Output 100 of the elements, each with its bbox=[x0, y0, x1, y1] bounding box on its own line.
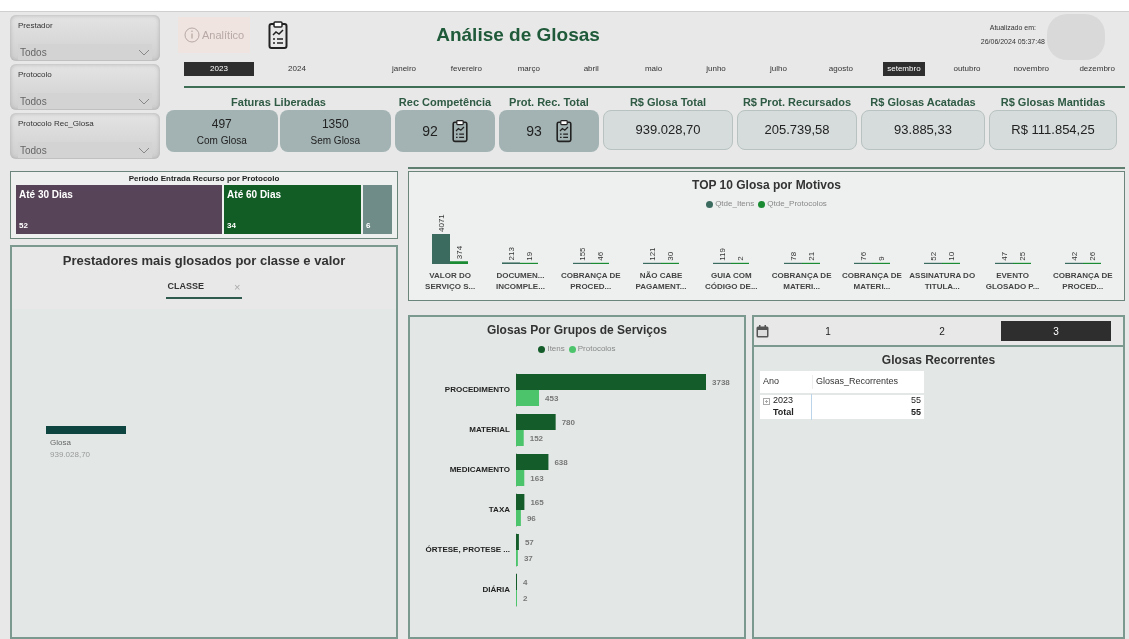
filter-chip[interactable]: CLASSE × bbox=[165, 278, 243, 299]
column-header: Ano bbox=[762, 375, 780, 389]
data-label: 2 bbox=[736, 256, 746, 261]
table-cell-text: Total bbox=[772, 406, 794, 420]
category-label: DOCUMEN... INCOMPLE... bbox=[495, 270, 546, 292]
legend-label: Qtde_Itens bbox=[715, 198, 755, 210]
filter-button[interactable]: agosto bbox=[820, 62, 861, 76]
tile-value: 52 bbox=[19, 220, 29, 232]
data-label: 9 bbox=[876, 256, 886, 261]
data-label: 96 bbox=[526, 514, 536, 523]
data-label: 152 bbox=[529, 434, 544, 443]
category-label: COBRANÇA DE MATERI... bbox=[841, 270, 903, 292]
data-label: 119 bbox=[718, 248, 728, 261]
kpi-title: R$ Glosas Mantidas bbox=[1000, 95, 1106, 110]
data-label: 37 bbox=[523, 554, 533, 563]
info-icon bbox=[184, 27, 200, 43]
data-label: 25 bbox=[1017, 251, 1027, 261]
slicer-dropdown[interactable]: Todos bbox=[18, 93, 152, 109]
clipboard-icon[interactable] bbox=[555, 119, 572, 143]
filter-button[interactable]: julho bbox=[758, 62, 799, 76]
chart-title: TOP 10 Glosa por Motivos bbox=[691, 177, 842, 194]
page-tab[interactable]: 3 bbox=[1001, 321, 1111, 341]
data-label: 4 bbox=[523, 578, 528, 587]
filter-button[interactable]: dezembro bbox=[1075, 62, 1119, 76]
data-label: 213 bbox=[507, 247, 517, 261]
filter-button[interactable]: fevereiro bbox=[446, 62, 487, 76]
category-label: COBRANÇA DE MATERI... bbox=[770, 270, 833, 292]
kpi-value: 205.739,58 bbox=[764, 121, 830, 140]
kpi-value: 93.885,33 bbox=[894, 121, 952, 140]
table-cell: 2023 bbox=[773, 394, 794, 408]
kpi-caption: Sem Glosa bbox=[310, 133, 360, 148]
data-label: 52 bbox=[929, 251, 939, 261]
filter-button[interactable]: março bbox=[508, 62, 549, 76]
category-label: VALOR DO SERVIÇO S... bbox=[424, 270, 477, 292]
category-label: MEDICAMENTO bbox=[448, 464, 511, 476]
clipboard-icon[interactable] bbox=[451, 119, 468, 143]
category-label: DIÁRIA bbox=[481, 584, 511, 596]
category-label: COBRANÇA DE PROCED... bbox=[1051, 270, 1114, 292]
clipboard-icon[interactable] bbox=[268, 20, 289, 50]
data-label: 21 bbox=[806, 251, 816, 261]
slicer-dropdown[interactable]: Todos bbox=[18, 44, 152, 60]
panel-title: Prestadores mais glosados por classe e valor bbox=[62, 252, 346, 270]
filter-button[interactable]: maio bbox=[633, 62, 674, 76]
kpi-value: 497 bbox=[211, 115, 232, 133]
page-tab[interactable]: 1 bbox=[773, 321, 883, 341]
data-label: 76 bbox=[858, 251, 868, 261]
data-label: 4071 bbox=[437, 214, 447, 232]
column-header: Glosas_Recorrentes bbox=[812, 375, 924, 389]
data-label: 46 bbox=[595, 251, 605, 261]
chevron-down-icon bbox=[138, 97, 150, 105]
tile-label: Até 30 Dias bbox=[19, 188, 74, 202]
data-label: 42 bbox=[1069, 251, 1079, 261]
filter-button[interactable]: 2024 bbox=[262, 62, 332, 76]
category-label: TAXA bbox=[487, 504, 511, 516]
data-label: 47 bbox=[999, 251, 1009, 261]
panel-title: Período Entrada Recurso por Protocolo bbox=[127, 173, 281, 185]
page-tab[interactable]: 2 bbox=[887, 321, 997, 341]
data-label: 2 bbox=[523, 594, 528, 603]
kpi-title: Faturas Liberadas bbox=[231, 95, 326, 110]
data-label: 78 bbox=[788, 251, 798, 261]
slicer-label: Protocolo Rec_Glosa bbox=[18, 118, 95, 130]
chevron-down-icon bbox=[138, 48, 150, 56]
data-label: 638 bbox=[554, 458, 568, 467]
selected-filter-button[interactable]: 2023 bbox=[184, 62, 254, 76]
selected-filter-button[interactable]: setembro bbox=[883, 62, 925, 76]
kpi-title: R$ Glosa Total bbox=[629, 95, 707, 110]
tile-label: Até 60 Dias bbox=[227, 188, 282, 202]
chevron-down-icon bbox=[138, 146, 150, 154]
kpi-title: Prot. Rec. Total bbox=[509, 95, 589, 110]
filter-button[interactable]: abril bbox=[571, 62, 612, 76]
slicer-dropdown[interactable]: Todos bbox=[18, 142, 152, 158]
category-label: PROCEDIMENTO bbox=[443, 384, 511, 396]
data-label: 165 bbox=[530, 498, 544, 507]
data-label: 163 bbox=[530, 474, 544, 483]
kpi-value: R$ 111.854,25 bbox=[1011, 121, 1095, 140]
table-cell-text: 55 bbox=[910, 406, 922, 420]
filter-button[interactable]: junho bbox=[696, 62, 737, 76]
legend-label: Qtde_Protocolos bbox=[767, 198, 827, 210]
category-label: GUIA COM CÓDIGO DE... bbox=[704, 270, 759, 292]
category-label: COBRANÇA DE PROCED... bbox=[559, 270, 622, 292]
data-label: 780 bbox=[561, 418, 575, 427]
tile-value: 34 bbox=[227, 220, 237, 232]
data-label: 3738 bbox=[712, 378, 730, 387]
data-label: 155 bbox=[577, 247, 587, 261]
filter-button[interactable]: outubro bbox=[947, 62, 987, 76]
kpi-value: 93 bbox=[526, 121, 542, 141]
bar-label: Glosa bbox=[50, 436, 72, 449]
chart-title: Glosas Por Grupos de Serviços bbox=[485, 322, 669, 339]
table-cell-text: 55 bbox=[910, 394, 922, 408]
filter-button[interactable]: novembro bbox=[1009, 62, 1053, 76]
slicer-label: Protocolo bbox=[18, 69, 53, 81]
category-label: EVENTO GLOSADO P... bbox=[984, 270, 1041, 292]
kpi-title: R$ Prot. Recursados bbox=[742, 95, 852, 110]
category-label: NÃO CABE PAGAMENT... bbox=[634, 270, 688, 292]
category-label: ASSINATURA DO TITULA... bbox=[909, 270, 976, 292]
kpi-title: R$ Glosas Acatadas bbox=[870, 95, 976, 110]
kpi-value: 1350 bbox=[321, 115, 349, 133]
tile-value: 6 bbox=[365, 220, 372, 232]
dashboard-title: Análise de Glosas bbox=[436, 22, 600, 47]
filter-button[interactable]: janeiro bbox=[384, 62, 424, 76]
